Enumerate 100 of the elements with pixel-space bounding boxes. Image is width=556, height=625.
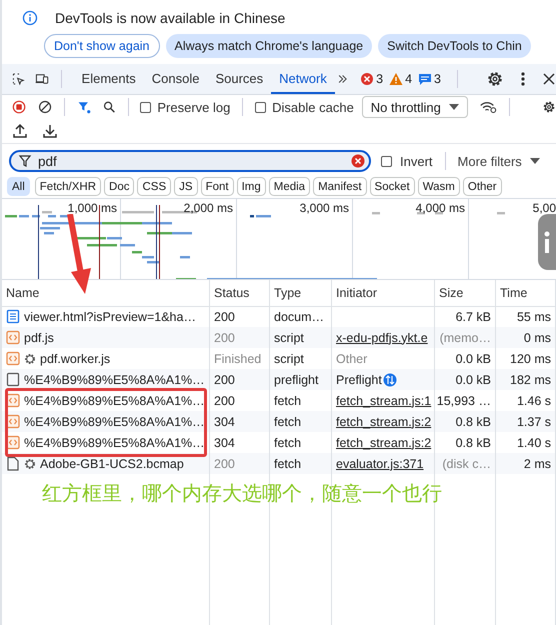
message-count: 3 xyxy=(434,72,441,86)
time-tick-label: 3,000 ms xyxy=(300,201,350,215)
time-tick-label: 5,00 xyxy=(532,201,556,215)
filter-field[interactable]: pdf xyxy=(9,150,371,172)
request-name[interactable]: pdf.js xyxy=(24,330,54,344)
status-cell: 200 xyxy=(214,456,235,470)
checkbox-label: Disable cache xyxy=(272,100,354,114)
checkbox[interactable] xyxy=(140,102,152,112)
code-file-icon xyxy=(6,351,20,366)
type-cell: fetch xyxy=(274,394,302,408)
initiator-cell: Preflight xyxy=(336,372,382,386)
column-header[interactable]: Status xyxy=(214,286,250,300)
side-panel-tab[interactable] xyxy=(538,214,556,270)
info-icon xyxy=(22,10,38,26)
filter-icon xyxy=(18,154,32,168)
dismiss-button[interactable]: Don't show again xyxy=(44,34,160,58)
clear-input-icon[interactable] xyxy=(351,154,365,168)
infobar-message: DevTools is now available in Chinese xyxy=(55,10,286,26)
info-icon xyxy=(544,231,550,253)
status-cell: 200 xyxy=(214,310,235,324)
panel-tab[interactable]: Console xyxy=(144,64,208,94)
type-cell: fetch xyxy=(274,414,302,428)
initiator-link[interactable]: fetch_stream.js:2 xyxy=(336,436,432,450)
file-icon xyxy=(6,456,20,471)
checkbox-label: Invert xyxy=(400,154,433,168)
checkbox-label: Preserve log xyxy=(157,100,230,114)
document-icon xyxy=(6,309,20,324)
type-filter-chip[interactable]: Media xyxy=(268,177,310,196)
initiator-link[interactable]: fetch_stream.js:1 xyxy=(336,394,432,408)
type-filter-chip[interactable]: Other xyxy=(462,177,502,196)
type-filter-chip[interactable]: Manifest xyxy=(313,177,367,196)
type-cell: preflight xyxy=(274,372,318,386)
throttling-dropdown[interactable]: No throttling xyxy=(362,96,468,118)
type-filter-chip[interactable]: Socket xyxy=(370,177,415,196)
code-file-icon xyxy=(6,393,20,408)
type-cell: script xyxy=(274,330,304,344)
time-cell: 55 ms xyxy=(516,310,551,324)
more-options-icon[interactable] xyxy=(520,71,526,87)
time-cell: 1.37 s xyxy=(516,414,551,428)
checkbox[interactable] xyxy=(381,156,392,166)
settings-icon[interactable] xyxy=(486,70,504,88)
close-icon[interactable] xyxy=(542,72,556,86)
language-button[interactable]: Switch DevTools to Chin xyxy=(378,34,531,58)
size-cell: (memo… xyxy=(440,330,491,344)
status-cell: 200 xyxy=(214,330,235,344)
time-tick-label: 2,000 ms xyxy=(184,201,234,215)
type-cell: script xyxy=(274,352,304,366)
annotation-note: 红方框里，哪个内存大选哪个，随意一个也行 xyxy=(42,480,442,507)
type-filter-chip[interactable]: Wasm xyxy=(418,177,460,196)
panel-tab[interactable]: Sources xyxy=(207,64,272,94)
type-filter-chip[interactable]: All xyxy=(7,177,30,196)
status-cell: Finished xyxy=(214,352,262,366)
network-conditions-icon[interactable] xyxy=(480,99,498,115)
column-header[interactable]: Name xyxy=(6,286,40,300)
time-cell: 2 ms xyxy=(524,456,551,470)
status-cell: 200 xyxy=(214,372,235,386)
blank-square-icon xyxy=(6,372,20,387)
request-name[interactable]: pdf.worker.js xyxy=(40,352,110,366)
type-cell: fetch xyxy=(274,456,302,470)
column-header[interactable]: Type xyxy=(274,286,302,300)
status-cell: 304 xyxy=(214,414,235,428)
type-filter-chip[interactable]: Fetch/XHR xyxy=(34,177,102,196)
caret-icon xyxy=(448,104,459,110)
checkbox[interactable] xyxy=(255,102,266,112)
preflight-icon[interactable] xyxy=(382,372,397,386)
type-filter-chip[interactable]: JS xyxy=(174,177,198,196)
column-header[interactable]: Initiator xyxy=(336,286,377,300)
language-button[interactable]: Always match Chrome's language xyxy=(166,34,372,58)
more-filters-dropdown[interactable]: More filters xyxy=(458,154,540,168)
code-file-icon xyxy=(6,330,20,345)
stop-recording-icon[interactable] xyxy=(12,98,26,116)
status-cell: 304 xyxy=(214,436,235,450)
message-icon xyxy=(418,72,432,86)
type-filter-chip[interactable]: Img xyxy=(236,177,266,196)
time-tick-label: 4,000 ms xyxy=(416,201,466,215)
download-icon[interactable] xyxy=(42,123,58,139)
type-filter-chip[interactable]: Doc xyxy=(104,177,134,196)
size-cell: (disk c… xyxy=(442,456,491,470)
panel-tab[interactable]: Network xyxy=(271,64,335,94)
panel-tab[interactable]: Elements xyxy=(74,64,144,94)
upload-icon[interactable] xyxy=(12,123,28,139)
error-count: 3 xyxy=(376,72,384,86)
time-cell: 0 ms xyxy=(524,330,551,344)
size-cell: 0.8 kB xyxy=(456,436,491,450)
clear-icon[interactable] xyxy=(38,98,52,116)
column-header[interactable]: Size xyxy=(439,286,464,300)
request-name[interactable]: %E4%B9%89%E5%8A%A1%… xyxy=(24,436,205,450)
type-cell: fetch xyxy=(274,436,302,450)
column-header[interactable]: Time xyxy=(500,286,528,300)
request-name[interactable]: %E4%B9%89%E5%8A%A1%… xyxy=(24,394,205,408)
time-cell: 182 ms xyxy=(510,372,551,386)
request-name[interactable]: viewer.html?isPreview=1&ha… xyxy=(24,310,196,324)
warning-icon xyxy=(389,72,404,86)
time-cell: 120 ms xyxy=(510,352,551,366)
size-cell: 0.0 kB xyxy=(456,352,491,366)
caret-icon xyxy=(530,158,540,164)
size-cell: 15,993 … xyxy=(436,394,491,408)
search-icon[interactable] xyxy=(103,99,116,115)
type-filter-chip[interactable]: Font xyxy=(200,177,234,196)
type-filter-chip[interactable]: CSS xyxy=(137,177,172,196)
